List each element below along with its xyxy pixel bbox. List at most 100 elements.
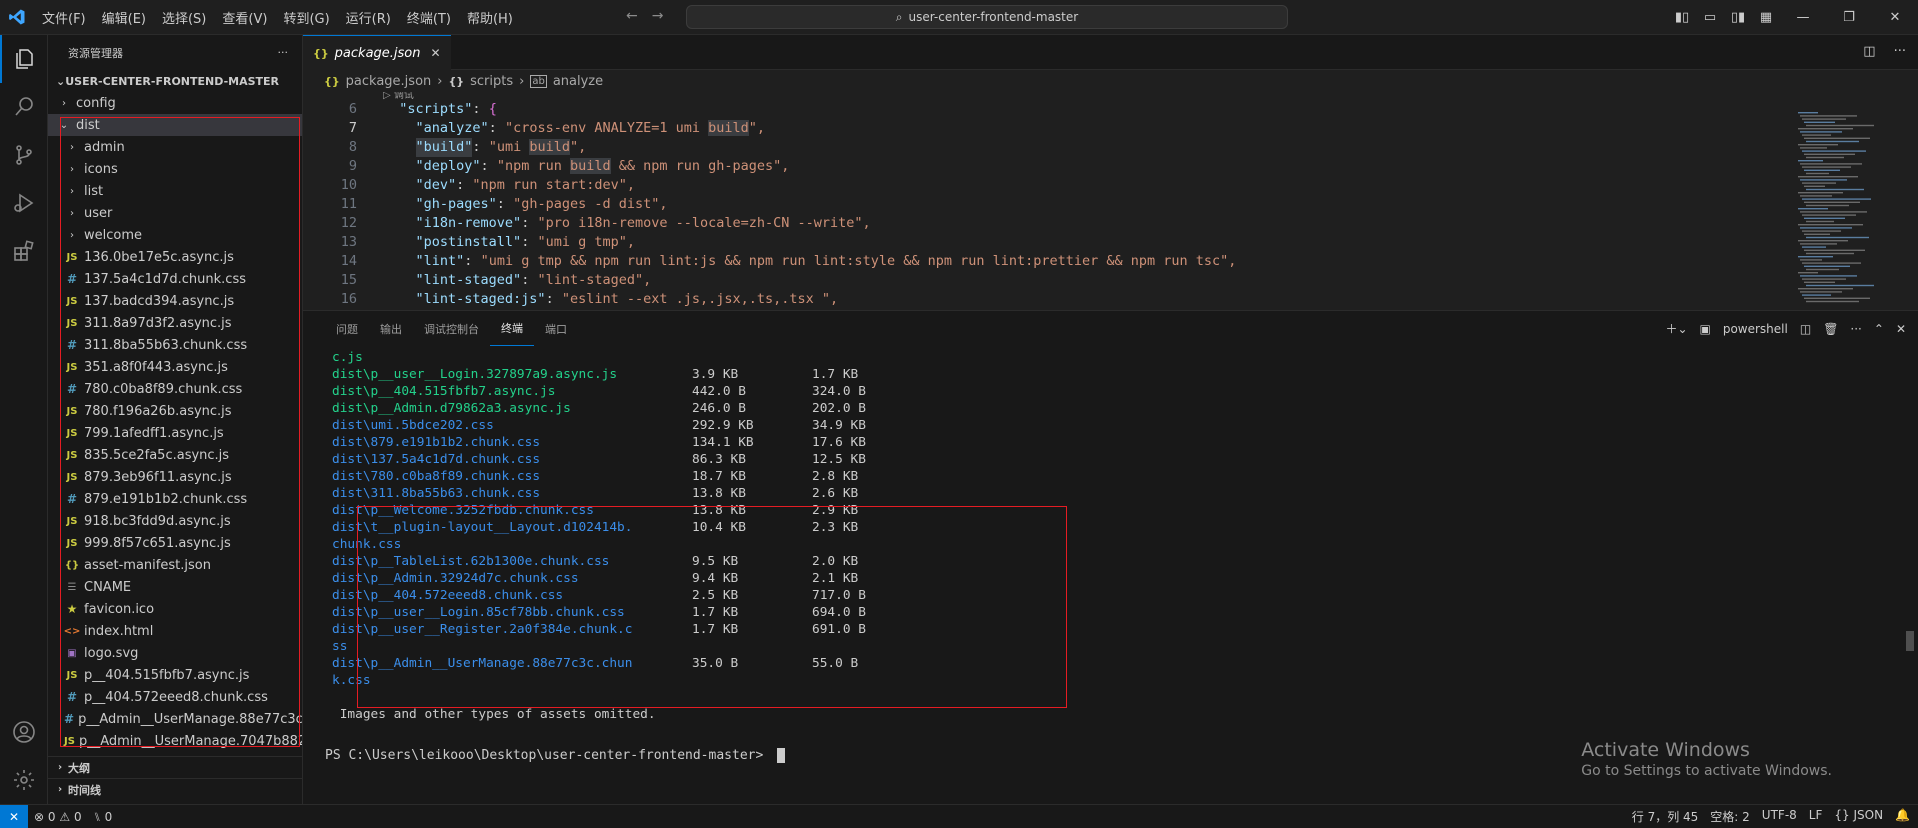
breadcrumb-item-file[interactable]: package.json: [346, 74, 432, 89]
cursor-position[interactable]: 行 7，列 45: [1632, 808, 1699, 825]
menu-item[interactable]: 查看(V): [214, 8, 275, 27]
tab-problems[interactable]: 问题: [325, 311, 369, 346]
shell-name[interactable]: powershell: [1723, 322, 1788, 336]
json-string-value: "umi g tmp",: [537, 234, 635, 250]
settings-gear-icon[interactable]: [0, 756, 48, 804]
remote-indicator-icon[interactable]: ✕: [0, 804, 28, 828]
menu-item[interactable]: 文件(F): [34, 8, 94, 27]
new-terminal-icon[interactable]: ＋⌄: [1665, 320, 1687, 337]
tree-file[interactable]: JS 835.5ce2fa5c.async.js: [48, 444, 302, 466]
tree-folder[interactable]: › admin: [48, 136, 302, 158]
tree-folder[interactable]: › welcome: [48, 224, 302, 246]
run-debug-icon[interactable]: [0, 179, 48, 227]
breadcrumb-item-analyze[interactable]: analyze: [553, 74, 603, 89]
search-icon[interactable]: [0, 83, 48, 131]
tree-file[interactable]: JS 780.f196a26b.async.js: [48, 400, 302, 422]
menu-item[interactable]: 编辑(E): [94, 8, 154, 27]
css-file-icon: #: [66, 382, 78, 396]
tree-folder[interactable]: › list: [48, 180, 302, 202]
close-tab-icon[interactable]: ✕: [431, 46, 441, 60]
tab-terminal[interactable]: 终端: [490, 311, 534, 346]
tree-file[interactable]: <> index.html: [48, 620, 302, 642]
tab-output[interactable]: 输出: [369, 311, 413, 346]
tree-file[interactable]: JS p__404.515fbfb7.async.js: [48, 664, 302, 686]
tree-file[interactable]: ▣ logo.svg: [48, 642, 302, 664]
tree-file[interactable]: JS 879.3eb96f11.async.js: [48, 466, 302, 488]
tree-folder[interactable]: ⌄ dist: [48, 114, 302, 136]
tree-file[interactable]: JS 136.0be17e5c.async.js: [48, 246, 302, 268]
tree-file[interactable]: #311.8ba55b63.chunk.css: [48, 334, 302, 356]
tree-file[interactable]: ☰ CNAME: [48, 576, 302, 598]
command-center-search[interactable]: ⌕ user-center-frontend-master: [686, 5, 1288, 29]
menu-item[interactable]: 帮助(H): [459, 8, 521, 27]
workspace-root[interactable]: ⌄ USER-CENTER-FRONTEND-MASTER: [48, 70, 302, 92]
language-mode[interactable]: {} JSON: [1834, 808, 1883, 825]
tree-folder[interactable]: › icons: [48, 158, 302, 180]
toggle-secondary-sidebar-icon[interactable]: ▯▮: [1724, 10, 1752, 25]
split-terminal-icon[interactable]: ◫: [1800, 322, 1811, 336]
breadcrumb-item-scripts[interactable]: scripts: [470, 74, 513, 89]
account-icon[interactable]: [0, 708, 48, 756]
language-label: JSON: [1853, 808, 1884, 822]
notifications-bell-icon[interactable]: 🔔: [1895, 808, 1910, 825]
close-panel-icon[interactable]: ✕: [1896, 322, 1906, 336]
tab-debug-console[interactable]: 调试控制台: [413, 311, 490, 346]
timeline-section[interactable]: › 时间线: [48, 778, 303, 800]
menu-item[interactable]: 选择(S): [154, 8, 214, 27]
terminal-prompt[interactable]: PS C:\Users\leikooo\Desktop\user-center-…: [325, 748, 786, 763]
code-editor[interactable]: ▷ 调试 6 "scripts": {7 "analyze": "cross-e…: [303, 92, 1918, 310]
tree-file[interactable]: {} asset-manifest.json: [48, 554, 302, 576]
tab-ports[interactable]: 端口: [534, 311, 578, 346]
kill-terminal-icon[interactable]: 🗑: [1823, 322, 1838, 336]
js-file-icon: JS: [66, 317, 78, 329]
toggle-panel-icon[interactable]: ▭: [1696, 10, 1724, 25]
panel-scrollbar[interactable]: [1906, 631, 1914, 651]
indentation[interactable]: 空格: 2: [1710, 808, 1750, 825]
tab-package-json[interactable]: {} package.json ✕: [303, 35, 451, 70]
more-actions-icon[interactable]: ···: [1894, 44, 1906, 59]
minimap-line: [1804, 137, 1870, 139]
more-actions-icon[interactable]: ···: [1850, 322, 1861, 336]
restore-icon[interactable]: ❐: [1826, 10, 1872, 25]
back-arrow-icon[interactable]: ←: [626, 8, 638, 24]
encoding[interactable]: UTF-8: [1762, 808, 1797, 825]
more-actions-icon[interactable]: ···: [278, 46, 289, 59]
toggle-sidebar-icon[interactable]: ▮▯: [1668, 10, 1696, 25]
menu-item[interactable]: 终端(T): [399, 8, 459, 27]
json-punct: :: [480, 158, 497, 174]
tree-file[interactable]: JS 351.a8f0f443.async.js: [48, 356, 302, 378]
terminal-size: 9.4 KB: [692, 571, 739, 586]
tree-file[interactable]: JS 137.badcd394.async.js: [48, 290, 302, 312]
tree-file[interactable]: JS p__Admin__UserManage.7047b882...: [48, 730, 302, 752]
tree-file[interactable]: JS 311.8a97d3f2.async.js: [48, 312, 302, 334]
source-control-icon[interactable]: [0, 131, 48, 179]
end-of-line[interactable]: LF: [1809, 808, 1823, 825]
tree-file[interactable]: #780.c0ba8f89.chunk.css: [48, 378, 302, 400]
menu-item[interactable]: 运行(R): [338, 8, 399, 27]
tree-folder[interactable]: › user: [48, 202, 302, 224]
problems-indicator[interactable]: ⊗ 0 ⚠ 0: [28, 810, 88, 824]
maximize-panel-icon[interactable]: ⌃: [1874, 322, 1884, 336]
menu-item[interactable]: 转到(G): [275, 8, 337, 27]
tree-file[interactable]: # p__Admin__UserManage.88e77c3c...: [48, 708, 302, 730]
explorer-icon[interactable]: [0, 35, 48, 83]
forward-arrow-icon[interactable]: →: [652, 8, 664, 24]
minimap[interactable]: [1794, 112, 1904, 312]
outline-section[interactable]: › 大纲: [48, 756, 303, 778]
extensions-icon[interactable]: [0, 227, 48, 275]
tree-file[interactable]: JS 918.bc3fdd9d.async.js: [48, 510, 302, 532]
tree-file[interactable]: JS 999.8f57c651.async.js: [48, 532, 302, 554]
terminal-output[interactable]: c.js dist\p__user__Login.327897a9.async.j…: [303, 346, 1918, 723]
tree-file[interactable]: #879.e191b1b2.chunk.css: [48, 488, 302, 510]
tree-folder[interactable]: › config: [48, 92, 302, 114]
tree-file[interactable]: ★ favicon.ico: [48, 598, 302, 620]
tree-file[interactable]: JS 799.1afedff1.async.js: [48, 422, 302, 444]
tree-file[interactable]: # p__404.572eeed8.chunk.css: [48, 686, 302, 708]
minimize-icon[interactable]: —: [1780, 10, 1826, 25]
customize-layout-icon[interactable]: ▦: [1752, 10, 1780, 25]
ports-indicator[interactable]: ⑊ 0: [88, 810, 119, 824]
close-window-icon[interactable]: ✕: [1872, 10, 1918, 25]
tree-file[interactable]: #137.5a4c1d7d.chunk.css: [48, 268, 302, 290]
codelens-debug[interactable]: ▷ 调试: [303, 92, 1918, 100]
split-editor-icon[interactable]: ◫: [1863, 44, 1875, 59]
